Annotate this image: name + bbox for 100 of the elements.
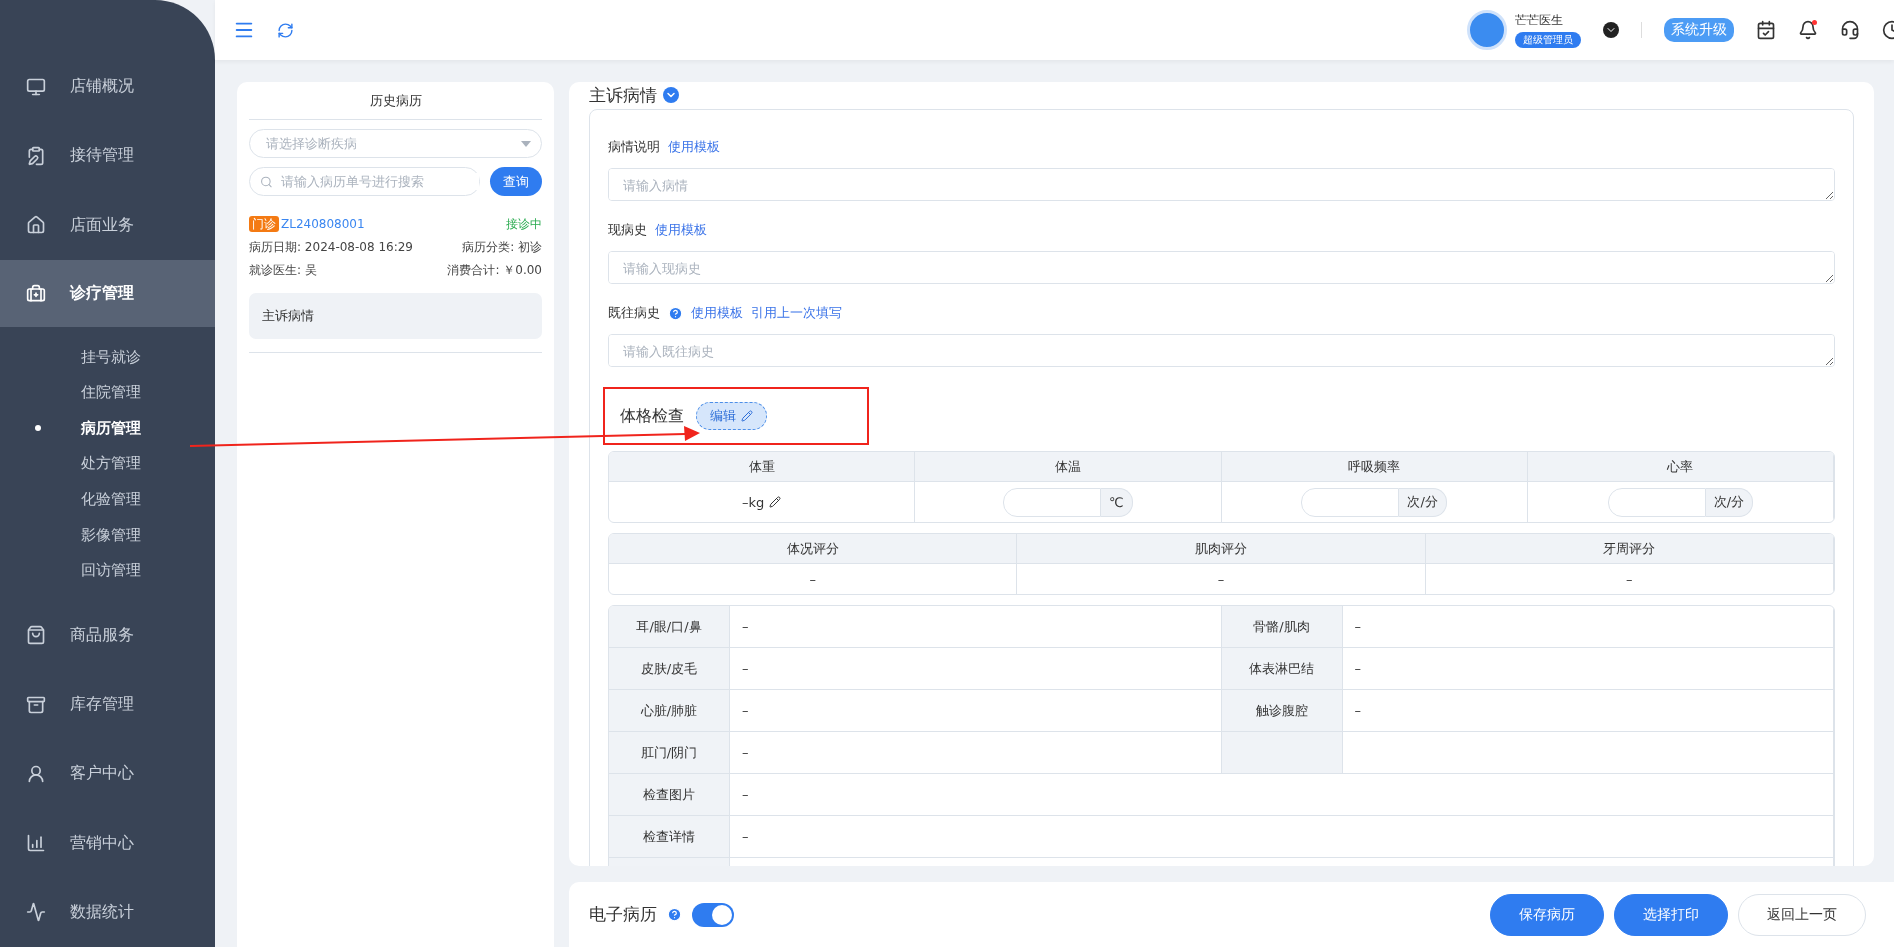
row-label: 检查图片 <box>609 774 730 816</box>
template-link[interactable]: 使用模板 <box>668 138 720 156</box>
table-header: 体重 <box>609 452 916 482</box>
sidebar-item[interactable]: 数据统计 <box>0 877 215 947</box>
sidebar-item[interactable]: 店面业务 <box>0 190 215 260</box>
field-label: 现病史 <box>608 221 647 239</box>
user-name: 芒芒医生 <box>1515 12 1564 29</box>
table-cell: – <box>1626 571 1633 587</box>
table-cell: – <box>1217 571 1225 587</box>
house-icon <box>26 215 46 236</box>
table-header: 心率 <box>1527 452 1834 482</box>
chevron-icon[interactable] <box>663 87 679 103</box>
input-field[interactable] <box>1301 487 1400 517</box>
row-label: 触诊腹腔 <box>1221 690 1343 732</box>
sidebar-subitem[interactable]: 化验管理 <box>0 481 215 518</box>
template-link[interactable]: 引用上一次填写 <box>751 304 842 322</box>
headset-icon[interactable] <box>1840 20 1860 40</box>
table-cell: – <box>1342 690 1834 732</box>
record-number[interactable]: ZL240808001 <box>281 217 365 231</box>
monitor-icon <box>26 76 46 97</box>
sidebar-subitem[interactable]: 挂号就诊 <box>0 339 215 375</box>
template-link[interactable]: 使用模板 <box>655 221 707 239</box>
field-label: 既往病史 <box>608 304 660 322</box>
table-cell: – <box>809 571 816 587</box>
sidebar-subitem[interactable]: 回访管理 <box>0 553 215 589</box>
active-dot <box>35 425 41 432</box>
table-cell: – <box>730 816 1834 858</box>
table-cell: – <box>730 648 1222 690</box>
sidebar-subitem[interactable]: 住院管理 <box>0 374 215 411</box>
input-field[interactable] <box>1003 487 1102 517</box>
text-area[interactable]: 请输入病情 <box>608 168 1835 201</box>
row-label: 肛门/阴门 <box>609 732 730 774</box>
table-cell: – <box>730 732 1222 774</box>
medical-kit-icon <box>26 283 46 304</box>
role-badge: 超级管理员 <box>1515 32 1581 48</box>
row-label: 心脏/肺脏 <box>609 690 730 732</box>
record-total: 消费合计: ￥0.00 <box>447 262 542 279</box>
table-cell: – <box>1342 606 1834 648</box>
sidebar-item[interactable]: 接待管理 <box>0 121 215 191</box>
sidebar-subitem[interactable]: 处方管理 <box>0 446 215 482</box>
sidebar-item[interactable]: 店铺概况 <box>0 52 215 122</box>
calendar-icon[interactable] <box>1756 20 1776 40</box>
sidebar-item[interactable]: 客户中心 <box>0 739 215 809</box>
dropdown-icon[interactable] <box>1603 22 1619 38</box>
unit-label: ℃ <box>1101 487 1133 517</box>
sidebar-item[interactable]: 商品服务 <box>0 600 215 670</box>
table-cell: – <box>730 606 1222 648</box>
pencil-icon[interactable] <box>769 496 782 508</box>
table-cell: – <box>730 774 1834 816</box>
avatar <box>1467 10 1507 50</box>
record-doctor: 就诊医生: 吴 <box>249 262 317 279</box>
text-area[interactable]: 请输入现病史 <box>608 251 1835 284</box>
sidebar-subitem[interactable]: 影像管理 <box>0 517 215 554</box>
sidebar-subitem[interactable]: 病历管理 <box>0 410 215 447</box>
footer-button[interactable]: 选择打印 <box>1614 893 1728 936</box>
record-date: 病历日期: 2024-08-08 16:29 <box>249 239 413 256</box>
unit-label: 次/分 <box>1705 487 1754 517</box>
footer-button[interactable]: 保存病历 <box>1490 893 1604 936</box>
archive-box-icon <box>26 694 46 715</box>
refresh-icon[interactable] <box>277 21 294 39</box>
user-icon <box>26 763 46 784</box>
table-header: 牙周评分 <box>1425 534 1834 564</box>
help-icon[interactable] <box>668 305 683 321</box>
footer-button[interactable]: 返回上一页 <box>1738 893 1866 936</box>
field-label: 病情说明 <box>608 138 660 156</box>
bag-icon <box>26 625 46 646</box>
clipboard-icon <box>26 145 46 166</box>
sidebar-item[interactable]: 营销中心 <box>0 808 215 878</box>
template-link[interactable]: 使用模板 <box>691 304 743 322</box>
record-section[interactable]: 主诉病情 <box>249 293 542 339</box>
type-tag: 门诊 <box>249 216 279 232</box>
table-cell: – <box>730 690 1222 732</box>
table-header: 肌肉评分 <box>1017 534 1426 564</box>
table-cell: –kg <box>742 494 765 510</box>
pencil-icon <box>741 410 753 422</box>
input-field[interactable] <box>1607 487 1706 517</box>
query-button[interactable]: 查询 <box>490 167 542 196</box>
table-header: 呼吸频率 <box>1221 452 1528 482</box>
row-label: 体表淋巴结 <box>1221 648 1343 690</box>
unit-label: 次/分 <box>1399 487 1447 517</box>
exam-title: 体格检查 <box>620 405 684 427</box>
search-icon <box>260 174 273 189</box>
table-cell: – <box>1342 648 1834 690</box>
row-label: 骨骼/肌肉 <box>1221 606 1343 648</box>
table-header: 体况评分 <box>609 534 1018 564</box>
edit-button[interactable]: 编辑 <box>696 402 767 430</box>
activity-chart-icon <box>26 902 46 923</box>
bell-icon[interactable] <box>1798 20 1818 40</box>
row-label: 皮肤/皮毛 <box>609 648 730 690</box>
toggle-switch[interactable] <box>692 902 734 927</box>
record-status: 接诊中 <box>506 216 542 233</box>
table-header: 体温 <box>915 452 1222 482</box>
text-area[interactable]: 请输入既往病史 <box>608 334 1835 367</box>
row-label: 耳/眼/口/鼻 <box>609 606 730 648</box>
sidebar-item[interactable]: 诊疗管理 <box>0 259 215 328</box>
sidebar-item[interactable]: 库存管理 <box>0 669 215 740</box>
help-icon[interactable] <box>667 907 682 922</box>
section-title: 主诉病情 <box>589 83 657 107</box>
record-label: 电子病历 <box>589 903 657 926</box>
bar-chart-icon <box>26 833 46 854</box>
